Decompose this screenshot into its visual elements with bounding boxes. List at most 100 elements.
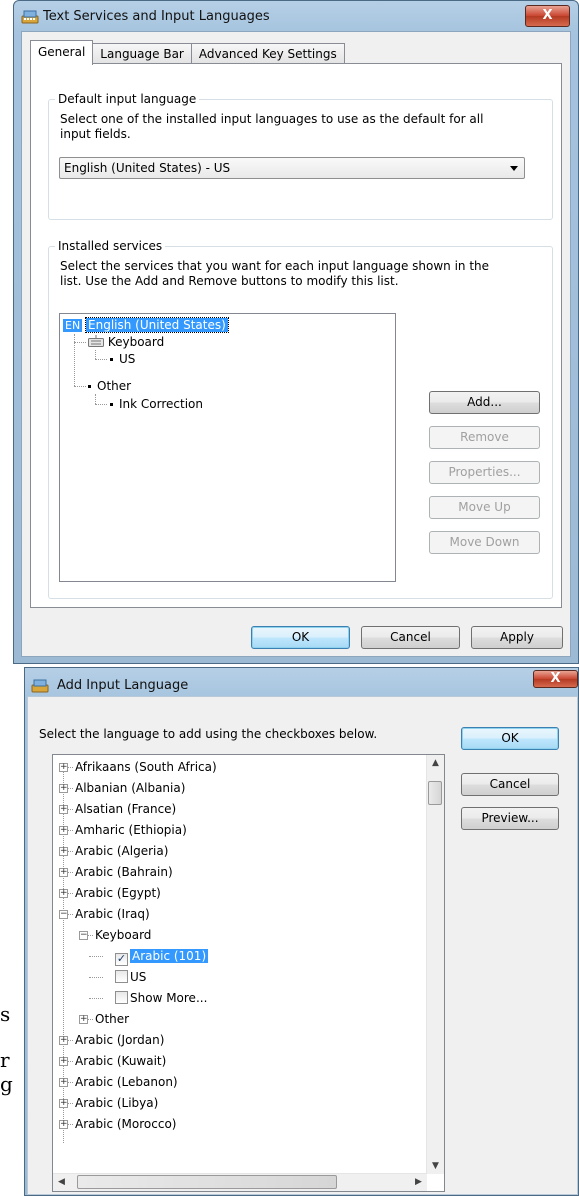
horizontal-scrollbar[interactable]: ◀ ▶ — [53, 1173, 427, 1191]
language-item-label: Arabic (Libya) — [75, 1096, 159, 1110]
language-item[interactable]: Arabic (Egypt) — [75, 885, 161, 901]
tab-strip: General Language Bar Advanced Key Settin… — [30, 40, 345, 65]
collapse-icon[interactable]: − — [59, 910, 68, 919]
scroll-down-arrow-icon[interactable]: ▼ — [427, 1161, 444, 1171]
tree-line — [68, 872, 73, 873]
tree-node-other[interactable]: Other — [88, 378, 131, 394]
expand-icon[interactable]: + — [79, 1015, 88, 1024]
close-button[interactable]: X — [533, 670, 578, 688]
language-item-label: Albanian (Albania) — [75, 781, 186, 795]
tab-general[interactable]: General — [30, 40, 94, 65]
cancel-button[interactable]: Cancel — [461, 773, 559, 796]
scroll-right-arrow-icon[interactable]: ▶ — [410, 1177, 427, 1187]
keyboard-group-item[interactable]: Keyboard — [95, 927, 151, 943]
keyboard-layout-item-label: US — [130, 970, 147, 984]
add-button[interactable]: Add... — [429, 391, 540, 414]
tree-line — [68, 1082, 73, 1083]
tree-line — [95, 394, 96, 404]
language-item[interactable]: Arabic (Iraq) — [75, 906, 150, 922]
bullet-icon — [88, 385, 91, 388]
tree-line — [88, 1019, 93, 1020]
checkbox-icon[interactable] — [115, 991, 128, 1004]
collapse-icon[interactable]: − — [79, 931, 88, 940]
apply-button[interactable]: Apply — [471, 626, 563, 649]
installed-services-group: Installed services Select the services t… — [48, 239, 553, 599]
language-tree[interactable]: + Afrikaans (South Africa) + Albanian (Alba… — [52, 754, 445, 1192]
language-item[interactable]: Arabic (Bahrain) — [75, 864, 173, 880]
scroll-up-arrow-icon[interactable]: ▲ — [427, 758, 444, 768]
expand-icon[interactable]: + — [59, 826, 68, 835]
language-item-label: Afrikaans (South Africa) — [75, 760, 217, 774]
other-group-item[interactable]: Other — [95, 1011, 129, 1027]
tree-line — [95, 350, 96, 359]
vertical-scrollbar[interactable]: ▲ ▼ — [426, 755, 444, 1174]
keyboard-layout-item[interactable]: Show More... — [115, 990, 207, 1006]
tree-node-us[interactable]: US — [110, 351, 135, 367]
expand-icon[interactable]: + — [59, 805, 68, 814]
language-item[interactable]: Amharic (Ethiopia) — [75, 822, 187, 838]
installed-services-tree[interactable]: EN English (United States) Keyboard US O… — [59, 313, 396, 582]
tree-line — [68, 767, 73, 768]
ok-button[interactable]: OK — [251, 626, 350, 649]
scroll-thumb[interactable] — [428, 781, 442, 805]
language-item[interactable]: Arabic (Algeria) — [75, 843, 168, 859]
checked-checkbox-icon[interactable]: ✓ — [115, 953, 128, 966]
ok-button[interactable]: OK — [461, 727, 559, 750]
move-up-button[interactable]: Move Up — [429, 496, 540, 519]
properties-button[interactable]: Properties... — [429, 461, 540, 484]
language-item[interactable]: Arabic (Jordan) — [75, 1032, 164, 1048]
tree-line — [89, 956, 103, 957]
scroll-left-arrow-icon[interactable]: ◀ — [53, 1177, 70, 1187]
language-item-label: Arabic (Iraq) — [75, 907, 150, 921]
checkbox-icon[interactable] — [115, 970, 128, 983]
tab-advanced-key-settings[interactable]: Advanced Key Settings — [190, 43, 345, 64]
tab-language-bar[interactable]: Language Bar — [92, 43, 192, 64]
keyboard-app-icon — [21, 10, 39, 24]
tree-line — [68, 1040, 73, 1041]
expand-icon[interactable]: + — [59, 889, 68, 898]
close-button[interactable]: X — [525, 5, 570, 27]
language-badge: EN — [63, 319, 83, 332]
tree-node-ink-correction-label: Ink Correction — [119, 397, 203, 411]
language-item[interactable]: Arabic (Morocco) — [75, 1116, 176, 1132]
tree-line — [68, 893, 73, 894]
language-item[interactable]: Arabic (Lebanon) — [75, 1074, 178, 1090]
other-group-item-label: Other — [95, 1012, 130, 1026]
language-item[interactable]: Arabic (Libya) — [75, 1095, 158, 1111]
language-item[interactable]: Afrikaans (South Africa) — [75, 759, 217, 775]
expand-icon[interactable]: + — [59, 1099, 68, 1108]
keyboard-app-icon — [31, 679, 49, 693]
language-item[interactable]: Arabic (Kuwait) — [75, 1053, 166, 1069]
tree-node-english[interactable]: EN English (United States) — [63, 317, 229, 334]
keyboard-layout-item[interactable]: ✓ Arabic (101) — [115, 948, 209, 966]
expand-icon[interactable]: + — [59, 1078, 68, 1087]
remove-button[interactable]: Remove — [429, 426, 540, 449]
tree-node-keyboard[interactable]: Keyboard — [88, 334, 164, 350]
language-item-label: Amharic (Ethiopia) — [75, 823, 187, 837]
language-item-label: Arabic (Jordan) — [75, 1033, 165, 1047]
expand-icon[interactable]: + — [59, 1120, 68, 1129]
preview-button[interactable]: Preview... — [461, 807, 559, 830]
expand-icon[interactable]: + — [59, 1057, 68, 1066]
tree-node-ink-correction[interactable]: Ink Correction — [110, 396, 203, 412]
cancel-button[interactable]: Cancel — [361, 626, 460, 649]
background-text-fragment: r — [0, 1048, 10, 1072]
general-tab-panel: Default input language Select one of the… — [30, 63, 562, 608]
expand-icon[interactable]: + — [59, 763, 68, 772]
tree-node-english-label: English (United States) — [85, 317, 229, 333]
default-language-select[interactable]: English (United States) - US — [59, 157, 525, 179]
language-item-label: Arabic (Morocco) — [75, 1117, 177, 1131]
tree-line — [68, 851, 73, 852]
scroll-thumb[interactable] — [77, 1175, 337, 1189]
expand-icon[interactable]: + — [59, 1036, 68, 1045]
expand-icon[interactable]: + — [59, 868, 68, 877]
expand-icon[interactable]: + — [59, 784, 68, 793]
keyboard-layout-item-label: Arabic (101) — [130, 949, 209, 963]
tree-line — [68, 914, 73, 915]
keyboard-layout-item[interactable]: US — [115, 969, 146, 985]
language-item[interactable]: Alsatian (France) — [75, 801, 176, 817]
default-language-description-2: input fields. — [60, 127, 131, 141]
expand-icon[interactable]: + — [59, 847, 68, 856]
move-down-button[interactable]: Move Down — [429, 531, 540, 554]
language-item[interactable]: Albanian (Albania) — [75, 780, 185, 796]
